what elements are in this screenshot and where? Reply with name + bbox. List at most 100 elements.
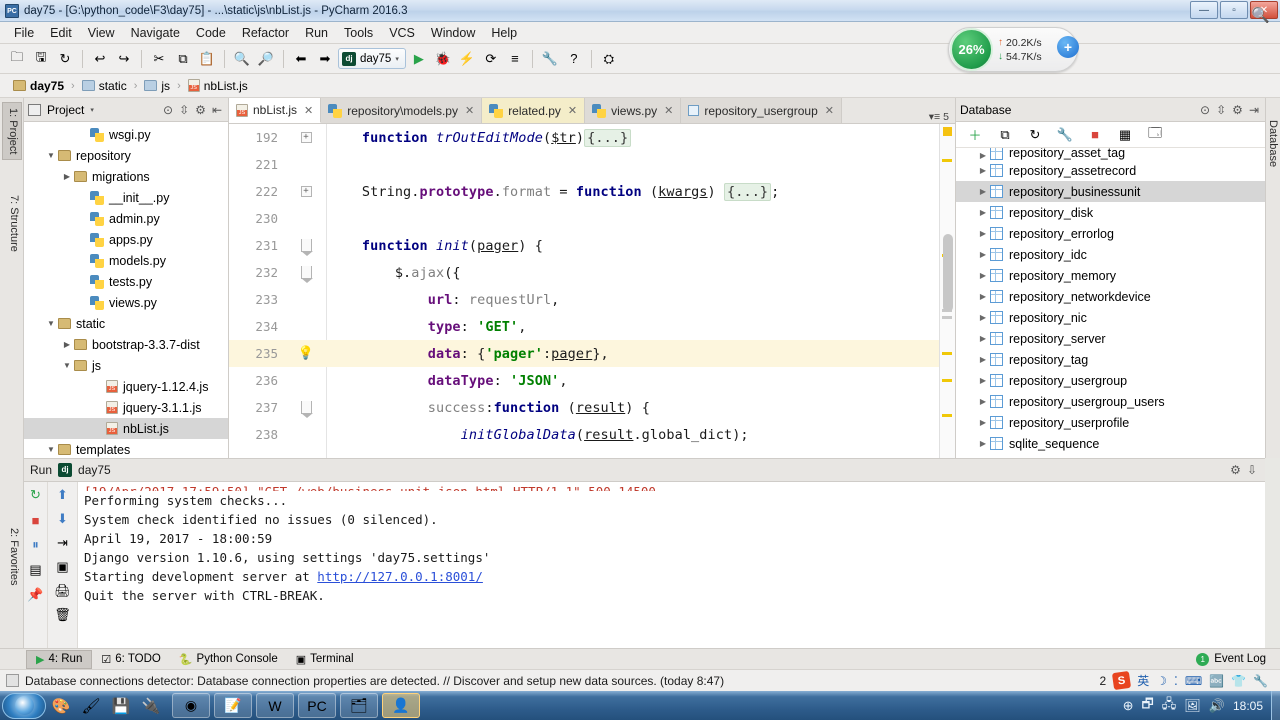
menu-item-refactor[interactable]: Refactor <box>234 24 297 42</box>
tree-item[interactable]: ▼ js <box>24 355 228 376</box>
database-side-tab[interactable]: Database <box>1265 98 1280 458</box>
chevron-right-icon[interactable]: ▶ <box>976 334 990 343</box>
chevron-right-icon[interactable]: ▶ <box>976 292 990 301</box>
ime-toolbar[interactable]: 2 S 英 ☽ ⁚ ⌨ 🔤 👕 🔧 <box>1100 670 1274 691</box>
tray-ime-icon[interactable]: 🖼 <box>1184 698 1201 714</box>
replace-icon[interactable]: 🔎 <box>255 48 277 70</box>
chevron-right-icon[interactable]: ▶ <box>976 418 990 427</box>
line-number[interactable]: 221 <box>229 157 287 172</box>
editor-vertical-scrollbar[interactable] <box>943 234 953 312</box>
tray-network-icon[interactable]: 🗗 <box>1142 695 1154 717</box>
chevron-right-icon[interactable]: ▶ <box>976 187 990 196</box>
collapse-all-icon[interactable]: ⊙ <box>163 103 173 117</box>
network-monitor-widget[interactable]: 26% ↑ 20.2K/s ↓ 54.7K/s + <box>948 27 1079 72</box>
scroll-to-end-button[interactable]: ▣ <box>54 558 72 576</box>
run-with-console-button[interactable]: ≡ <box>504 48 526 70</box>
chevron-down-icon[interactable]: ▾ <box>90 106 94 114</box>
settings-gear-icon[interactable]: ⚙ <box>1230 463 1241 477</box>
menu-item-edit[interactable]: Edit <box>42 24 80 42</box>
configure-button[interactable]: 🔧 <box>1054 124 1076 146</box>
status-message[interactable]: Database connections detector: Database … <box>25 674 724 688</box>
tree-item[interactable]: jquery-3.1.1.js <box>24 397 228 418</box>
quick-launch-icon-2[interactable]: 💾 <box>106 693 136 719</box>
pause-button[interactable]: ⏸ <box>27 536 45 554</box>
marker-warning[interactable] <box>942 352 952 355</box>
tree-item[interactable]: jquery-1.12.4.js <box>24 376 228 397</box>
ime-language-icon[interactable]: 英 <box>1137 672 1149 689</box>
chevron-right-icon[interactable]: ▶ <box>976 151 990 160</box>
chevron-right-icon[interactable]: ▶ <box>976 439 990 448</box>
taskbar-app-icon[interactable]: 👤 <box>382 693 420 718</box>
show-desktop-button[interactable] <box>1271 691 1280 720</box>
chevron-right-icon[interactable]: ▶ <box>976 355 990 364</box>
line-number[interactable]: 231 <box>229 238 287 253</box>
editor-tab-related-py[interactable]: related.py ✕ <box>482 98 586 123</box>
close-tab-icon[interactable]: ✕ <box>568 104 577 117</box>
line-number[interactable]: 230 <box>229 211 287 226</box>
ime-keyboard-icon[interactable]: ⌨ <box>1185 674 1202 688</box>
run-console-output[interactable]: [19/Apr/2017 17:59:50] "GET /web/busines… <box>78 482 1265 652</box>
database-table-row[interactable]: ▶ repository_idc <box>956 244 1265 265</box>
editor-marker-gutter[interactable] <box>939 124 955 458</box>
taskbar-pycharm-icon[interactable]: PC <box>298 693 336 718</box>
quick-launch-icon-1[interactable]: 🖌 <box>76 693 106 719</box>
database-table-row[interactable]: ▶ repository_server <box>956 328 1265 349</box>
duplicate-button[interactable]: ⧉ <box>994 124 1016 146</box>
close-tab-icon[interactable]: ✕ <box>664 104 673 117</box>
editor-tab-views-py[interactable]: views.py ✕ <box>585 98 682 123</box>
line-number[interactable]: 222 <box>229 184 287 199</box>
line-number[interactable]: 237 <box>229 400 287 415</box>
database-table-row[interactable]: ▶ repository_userprofile <box>956 412 1265 433</box>
cut-icon[interactable]: ✂ <box>148 48 170 70</box>
taskbar-explorer-icon[interactable]: 🗂 <box>340 693 378 718</box>
chevron-down-icon[interactable]: ▾ <box>395 55 399 63</box>
menu-item-window[interactable]: Window <box>423 24 483 42</box>
add-widget-button[interactable]: + <box>1057 36 1079 58</box>
tree-item[interactable]: models.py <box>24 250 228 271</box>
ime-punctuation-icon[interactable]: ⁚ <box>1174 674 1178 688</box>
breadcrumb-item-nblist-js[interactable]: nbList.js <box>185 79 251 93</box>
stop-button[interactable]: ■ <box>1084 124 1106 146</box>
tree-item[interactable]: __init__.py <box>24 187 228 208</box>
build-button[interactable]: 🔧 <box>539 48 561 70</box>
fold-expand-icon[interactable]: + <box>300 186 312 197</box>
console-link[interactable]: http://127.0.0.1:8001/ <box>317 569 483 584</box>
chevron-down-icon[interactable]: ▼ <box>44 151 58 160</box>
minimize-button[interactable]: — <box>1190 1 1218 19</box>
ime-input-mode-icon[interactable]: 🔤 <box>1209 674 1224 688</box>
help-button[interactable]: ? <box>563 48 585 70</box>
tree-item[interactable]: apps.py <box>24 229 228 250</box>
tree-item[interactable]: ▼ repository <box>24 145 228 166</box>
tree-item[interactable]: views.py <box>24 292 228 313</box>
tray-volume-icon[interactable]: 🔊 <box>1209 698 1225 714</box>
taskbar-word-icon[interactable]: W <box>256 693 294 718</box>
taskbar-notepad-icon[interactable]: 📝 <box>214 693 252 718</box>
marker-warning[interactable] <box>942 414 952 417</box>
menu-item-run[interactable]: Run <box>297 24 336 42</box>
chevron-right-icon[interactable]: ▶ <box>976 250 990 259</box>
fold-collapse-icon[interactable] <box>300 239 313 256</box>
tray-display-icon[interactable]: 🖧 <box>1162 695 1177 717</box>
redo-icon[interactable]: ↪ <box>113 48 135 70</box>
undo-icon[interactable]: ↩ <box>89 48 111 70</box>
tree-item[interactable]: admin.py <box>24 208 228 229</box>
fold-expand-icon[interactable]: + <box>300 132 312 143</box>
editor-tab-repository-models-py[interactable]: repository\models.py ✕ <box>321 98 483 123</box>
scroll-up-button[interactable]: ⬆ <box>54 486 72 504</box>
start-button[interactable] <box>2 692 46 719</box>
menu-item-code[interactable]: Code <box>188 24 234 42</box>
chevron-right-icon[interactable]: ▶ <box>976 313 990 322</box>
breadcrumb-item-js[interactable]: js <box>141 79 173 93</box>
copy-icon[interactable]: ⧉ <box>172 48 194 70</box>
profile-button[interactable]: ⟳ <box>480 48 502 70</box>
find-icon[interactable]: 🔍 <box>231 48 253 70</box>
event-log-button[interactable]: 1 Event Log <box>1196 652 1280 666</box>
marker-change[interactable] <box>942 316 952 319</box>
table-view-button[interactable]: ▦ <box>1114 124 1136 146</box>
paste-icon[interactable]: 📋 <box>196 48 218 70</box>
chevron-right-icon[interactable]: ▶ <box>976 229 990 238</box>
line-number[interactable]: 235 <box>229 346 287 361</box>
editor-tab-nblist-js[interactable]: nbList.js ✕ <box>229 98 322 123</box>
line-number[interactable]: 233 <box>229 292 287 307</box>
chevron-down-icon[interactable]: ▼ <box>60 361 74 370</box>
